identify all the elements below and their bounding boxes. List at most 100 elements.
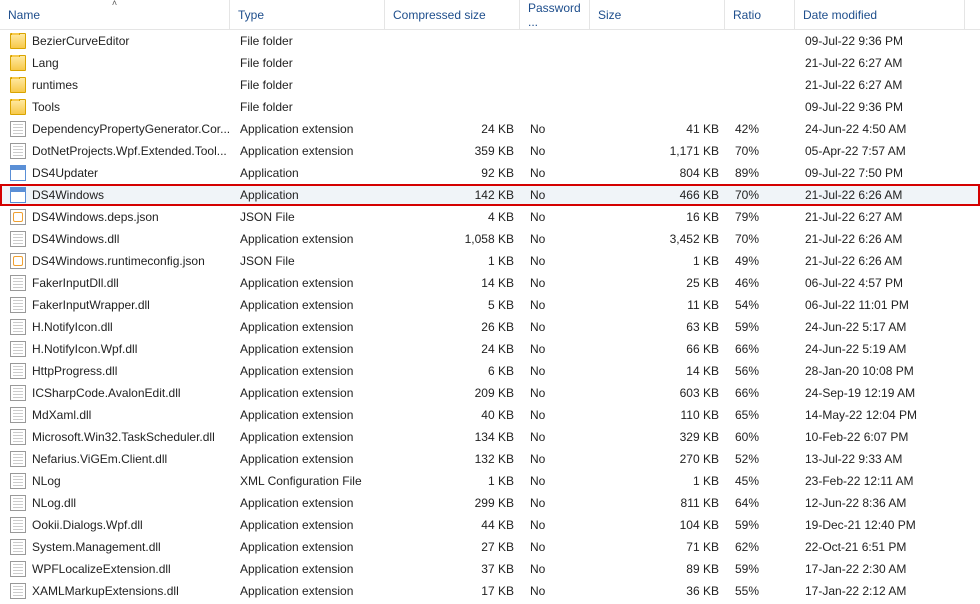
file-size: 71 KB bbox=[592, 540, 727, 554]
file-password: No bbox=[522, 474, 592, 488]
file-date: 06-Jul-22 4:57 PM bbox=[797, 276, 967, 290]
file-icon bbox=[10, 385, 26, 401]
file-size: 466 KB bbox=[592, 188, 727, 202]
file-compressed-size: 92 KB bbox=[387, 166, 522, 180]
file-row[interactable]: MdXaml.dllApplication extension40 KBNo11… bbox=[0, 404, 980, 426]
file-size: 63 KB bbox=[592, 320, 727, 334]
file-name: FakerInputDll.dll bbox=[32, 276, 119, 290]
file-icon bbox=[10, 231, 26, 247]
file-type: JSON File bbox=[232, 210, 387, 224]
file-size: 41 KB bbox=[592, 122, 727, 136]
file-row[interactable]: Microsoft.Win32.TaskScheduler.dllApplica… bbox=[0, 426, 980, 448]
file-ratio: 70% bbox=[727, 188, 797, 202]
column-header-size[interactable]: Size bbox=[590, 0, 725, 29]
file-date: 23-Feb-22 12:11 AM bbox=[797, 474, 967, 488]
file-compressed-size: 14 KB bbox=[387, 276, 522, 290]
file-ratio: 66% bbox=[727, 386, 797, 400]
file-row[interactable]: Ookii.Dialogs.Wpf.dllApplication extensi… bbox=[0, 514, 980, 536]
json-icon bbox=[10, 209, 26, 225]
file-row[interactable]: DS4Windows.runtimeconfig.jsonJSON File1 … bbox=[0, 250, 980, 272]
file-name: DS4Windows bbox=[32, 188, 104, 202]
file-type: Application bbox=[232, 188, 387, 202]
file-row[interactable]: ICSharpCode.AvalonEdit.dllApplication ex… bbox=[0, 382, 980, 404]
column-header-ratio[interactable]: Ratio bbox=[725, 0, 795, 29]
file-date: 21-Jul-22 6:26 AM bbox=[797, 254, 967, 268]
file-ratio: 49% bbox=[727, 254, 797, 268]
file-icon bbox=[10, 363, 26, 379]
file-name: H.NotifyIcon.dll bbox=[32, 320, 113, 334]
file-compressed-size: 5 KB bbox=[387, 298, 522, 312]
file-compressed-size: 24 KB bbox=[387, 342, 522, 356]
file-row[interactable]: NLog.dllApplication extension299 KBNo811… bbox=[0, 492, 980, 514]
file-row[interactable]: LangFile folder21-Jul-22 6:27 AM bbox=[0, 52, 980, 74]
file-row[interactable]: WPFLocalizeExtension.dllApplication exte… bbox=[0, 558, 980, 580]
file-password: No bbox=[522, 144, 592, 158]
file-size: 804 KB bbox=[592, 166, 727, 180]
column-label: Compressed size bbox=[393, 8, 486, 22]
column-label: Type bbox=[238, 8, 264, 22]
file-row[interactable]: DotNetProjects.Wpf.Extended.Tool...Appli… bbox=[0, 140, 980, 162]
column-header-password[interactable]: Password ... bbox=[520, 0, 590, 29]
file-size: 104 KB bbox=[592, 518, 727, 532]
column-header-date[interactable]: Date modified bbox=[795, 0, 965, 29]
file-row[interactable]: XAMLMarkupExtensions.dllApplication exte… bbox=[0, 580, 980, 602]
file-password: No bbox=[522, 452, 592, 466]
file-row[interactable]: runtimesFile folder21-Jul-22 6:27 AM bbox=[0, 74, 980, 96]
file-type: File folder bbox=[232, 34, 387, 48]
file-row[interactable]: FakerInputWrapper.dllApplication extensi… bbox=[0, 294, 980, 316]
column-label: Password ... bbox=[528, 1, 581, 29]
file-row[interactable]: DS4Windows.dllApplication extension1,058… bbox=[0, 228, 980, 250]
file-compressed-size: 132 KB bbox=[387, 452, 522, 466]
file-icon bbox=[10, 407, 26, 423]
file-row[interactable]: FakerInputDll.dllApplication extension14… bbox=[0, 272, 980, 294]
file-row[interactable]: HttpProgress.dllApplication extension6 K… bbox=[0, 360, 980, 382]
file-size: 36 KB bbox=[592, 584, 727, 598]
file-type: XML Configuration File bbox=[232, 474, 387, 488]
file-password: No bbox=[522, 254, 592, 268]
file-row[interactable]: ToolsFile folder09-Jul-22 9:36 PM bbox=[0, 96, 980, 118]
file-name: DS4Windows.runtimeconfig.json bbox=[32, 254, 205, 268]
file-row[interactable]: H.NotifyIcon.Wpf.dllApplication extensio… bbox=[0, 338, 980, 360]
file-size: 1,171 KB bbox=[592, 144, 727, 158]
file-list: BezierCurveEditorFile folder09-Jul-22 9:… bbox=[0, 30, 980, 602]
file-name: DS4Updater bbox=[32, 166, 98, 180]
file-type: File folder bbox=[232, 78, 387, 92]
column-header-compressed-size[interactable]: Compressed size bbox=[385, 0, 520, 29]
file-compressed-size: 26 KB bbox=[387, 320, 522, 334]
file-name: BezierCurveEditor bbox=[32, 34, 129, 48]
file-icon bbox=[10, 539, 26, 555]
file-date: 21-Jul-22 6:27 AM bbox=[797, 78, 967, 92]
column-label: Ratio bbox=[733, 8, 761, 22]
folder-icon bbox=[10, 99, 26, 115]
file-date: 17-Jan-22 2:30 AM bbox=[797, 562, 967, 576]
file-row[interactable]: DS4Windows.deps.jsonJSON File4 KBNo16 KB… bbox=[0, 206, 980, 228]
sort-asc-icon: ˄ bbox=[112, 0, 117, 8]
file-ratio: 89% bbox=[727, 166, 797, 180]
file-size: 110 KB bbox=[592, 408, 727, 422]
column-header-name[interactable]: Name ˄ bbox=[0, 0, 230, 29]
file-type: Application extension bbox=[232, 232, 387, 246]
file-row[interactable]: Nefarius.ViGEm.Client.dllApplication ext… bbox=[0, 448, 980, 470]
file-row[interactable]: NLogXML Configuration File1 KBNo1 KB45%2… bbox=[0, 470, 980, 492]
column-label: Size bbox=[598, 8, 621, 22]
file-compressed-size: 40 KB bbox=[387, 408, 522, 422]
file-type: Application extension bbox=[232, 518, 387, 532]
folder-icon bbox=[10, 77, 26, 93]
file-password: No bbox=[522, 518, 592, 532]
file-row[interactable]: DS4UpdaterApplication92 KBNo804 KB89%09-… bbox=[0, 162, 980, 184]
file-icon bbox=[10, 297, 26, 313]
file-name: DS4Windows.deps.json bbox=[32, 210, 159, 224]
file-row[interactable]: BezierCurveEditorFile folder09-Jul-22 9:… bbox=[0, 30, 980, 52]
file-icon bbox=[10, 143, 26, 159]
file-compressed-size: 1,058 KB bbox=[387, 232, 522, 246]
file-type: Application extension bbox=[232, 540, 387, 554]
app-icon bbox=[10, 187, 26, 203]
file-row[interactable]: H.NotifyIcon.dllApplication extension26 … bbox=[0, 316, 980, 338]
file-row[interactable]: System.Management.dllApplication extensi… bbox=[0, 536, 980, 558]
file-name: NLog.dll bbox=[32, 496, 76, 510]
file-row[interactable]: DS4WindowsApplication142 KBNo466 KB70%21… bbox=[0, 184, 980, 206]
file-date: 28-Jan-20 10:08 PM bbox=[797, 364, 967, 378]
file-date: 19-Dec-21 12:40 PM bbox=[797, 518, 967, 532]
column-header-type[interactable]: Type bbox=[230, 0, 385, 29]
file-row[interactable]: DependencyPropertyGenerator.Cor...Applic… bbox=[0, 118, 980, 140]
